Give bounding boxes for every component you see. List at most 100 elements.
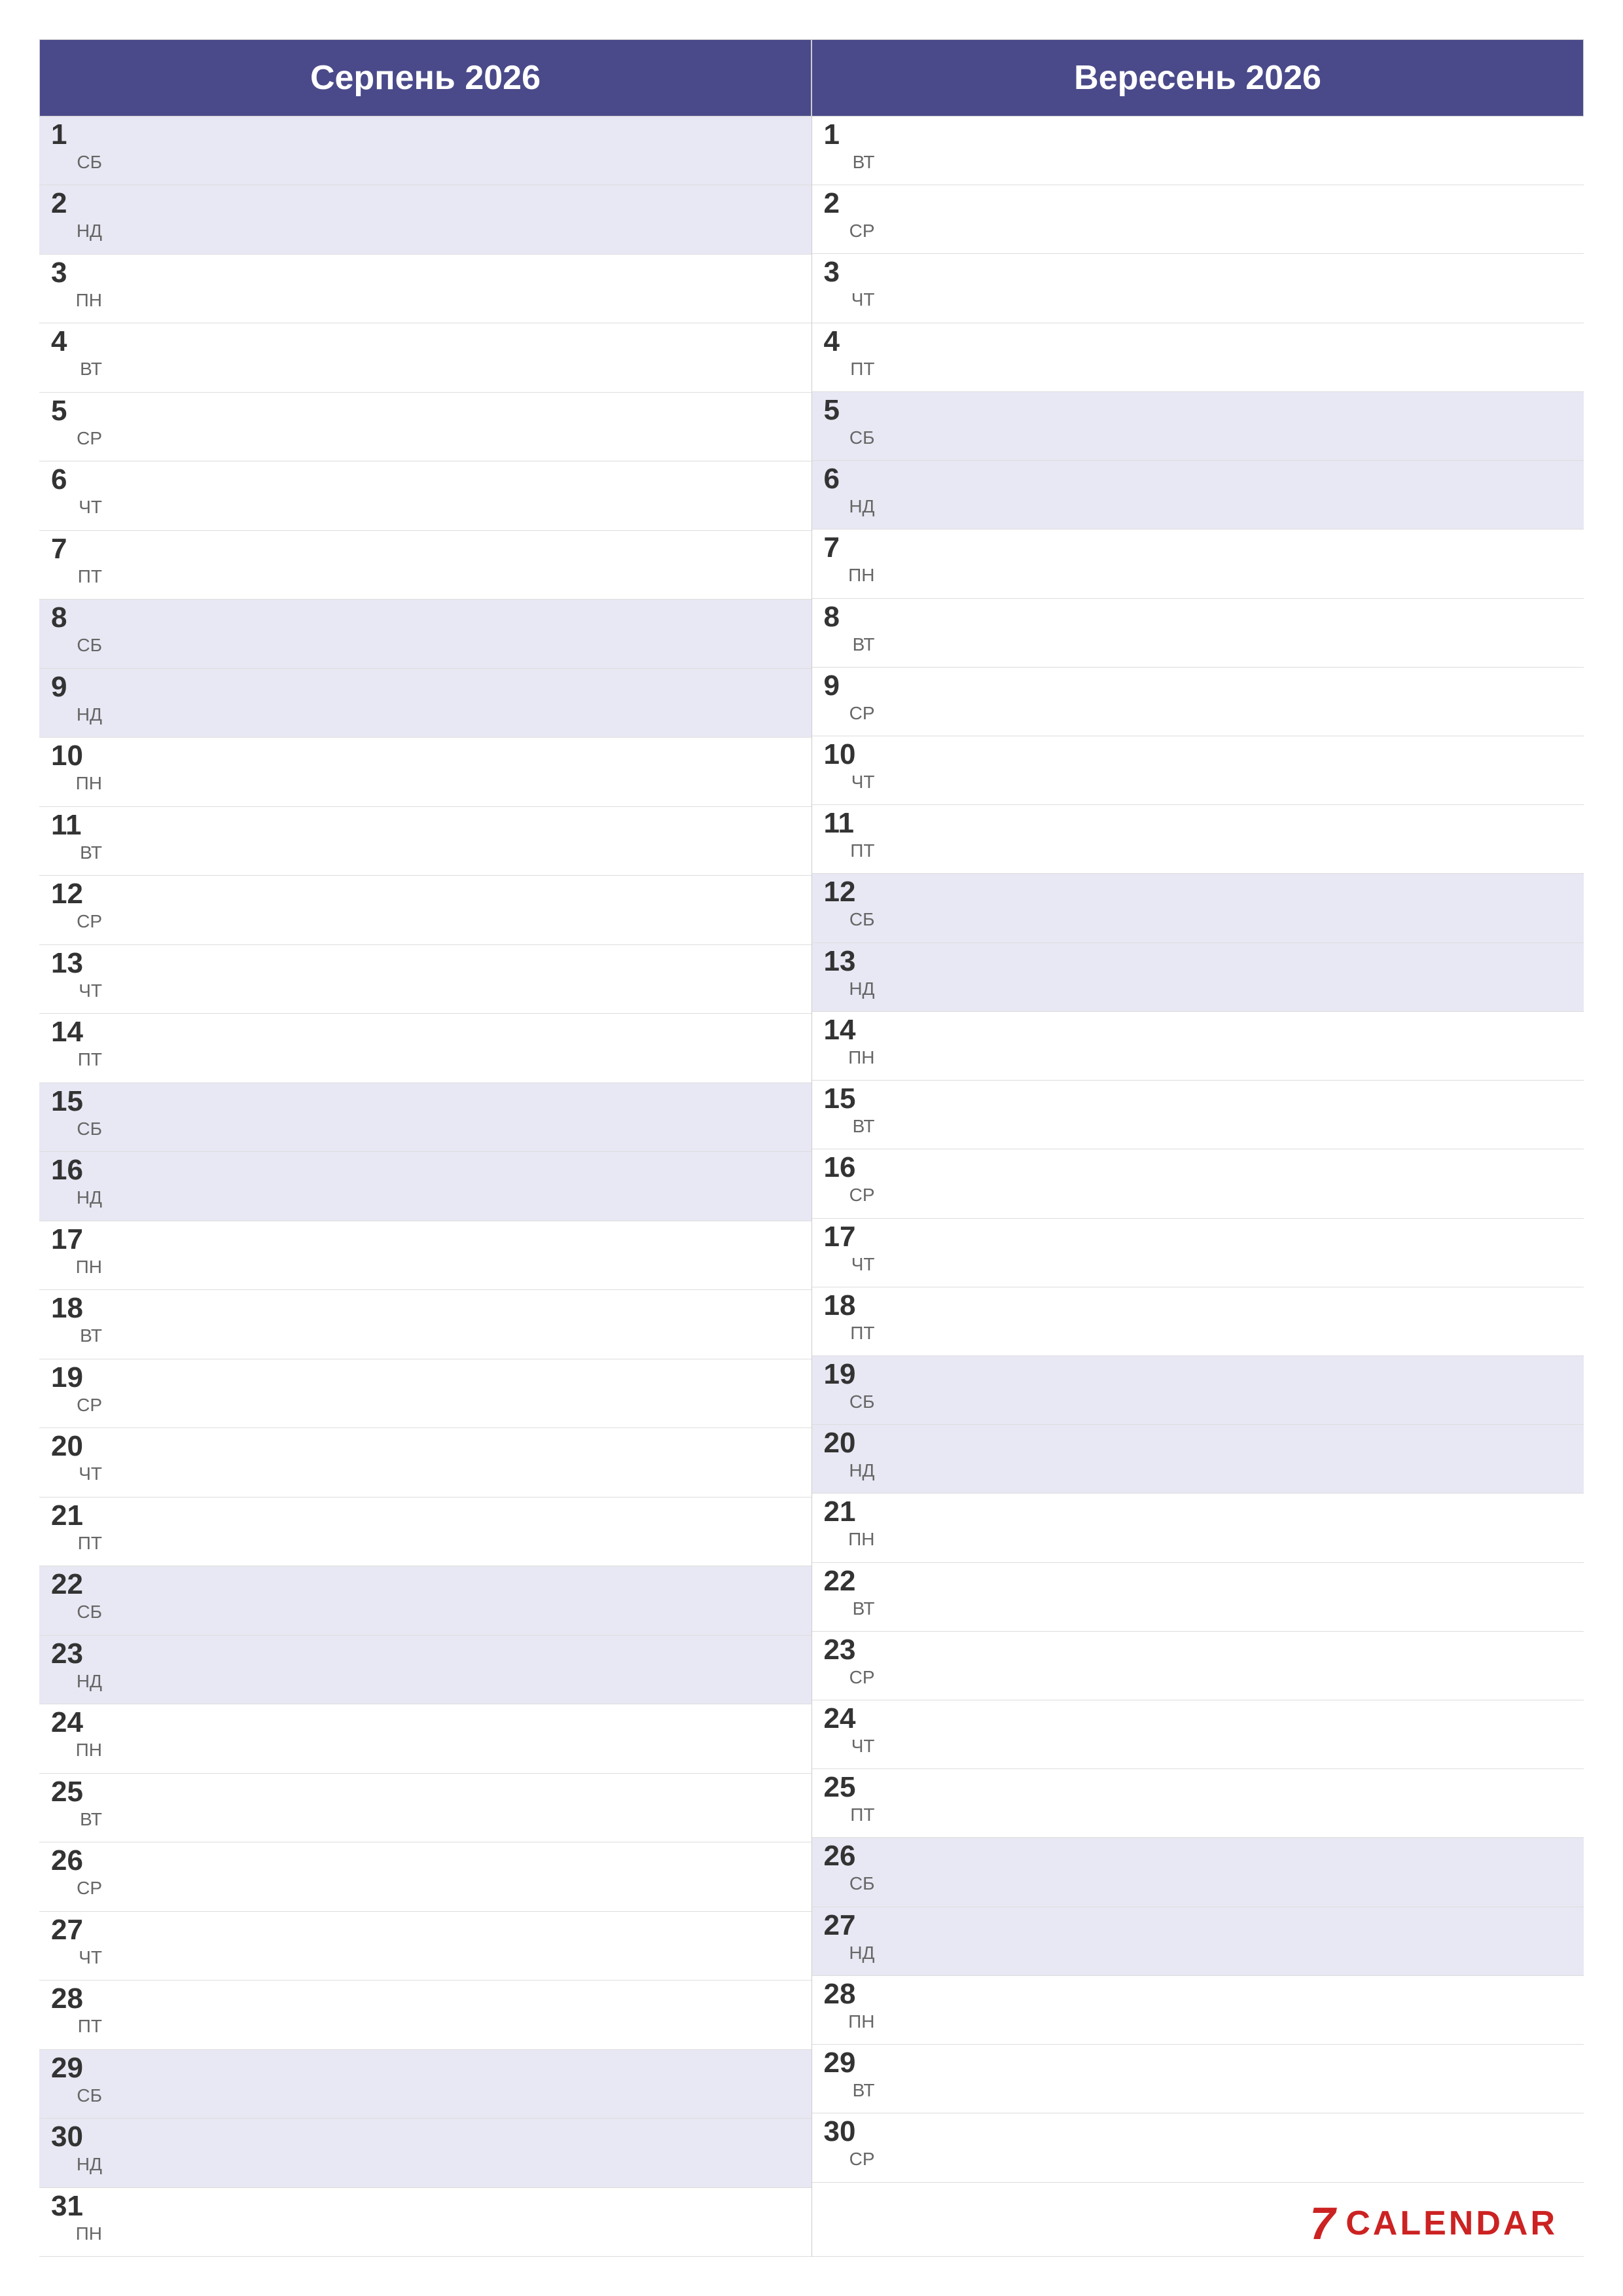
day-label: ПН [848,1049,874,1069]
day-content: 16 НД [51,1156,102,1210]
day-label: ВТ [80,1327,102,1348]
month2-header: Вересень 2026 [812,39,1584,117]
day-label: СР [77,912,102,933]
day-label: ВТ [853,1600,875,1621]
day-row: 15 ВТ [812,1081,1584,1149]
day-number: 2 [51,189,97,218]
day-content: 28 ПН [824,1980,875,2034]
day-content: 18 ВТ [51,1294,102,1348]
day-row: 24 ПН [39,1704,812,1773]
day-row: 26 СБ [812,1838,1584,1907]
day-label: ПН [848,566,874,587]
day-row: 1 СБ [39,117,812,185]
day-content: 29 ВТ [824,2049,875,2102]
day-label: ПН [76,1741,102,1762]
brand-row: 7 CALENDAR [812,2183,1584,2257]
day-content: 5 СР [51,397,102,450]
day-number: 1 [824,120,870,149]
day-content: 24 ЧТ [824,1704,875,1758]
day-row: 29 ВТ [812,2045,1584,2113]
day-number: 8 [824,603,870,632]
day-row: 9 СР [812,668,1584,736]
day-row: 10 ЧТ [812,736,1584,805]
day-row: 10 ПН [39,738,812,806]
day-row: 2 СР [812,185,1584,254]
day-content: 25 ВТ [51,1778,102,1831]
day-number: 16 [51,1156,97,1185]
day-number: 11 [51,811,97,840]
day-number: 31 [51,2192,97,2221]
day-label: ПТ [850,1806,874,1827]
day-number: 2 [824,189,870,218]
day-number: 10 [824,740,870,769]
day-number: 17 [824,1223,870,1251]
day-label: ПН [848,2013,874,2034]
day-row: 9 НД [39,669,812,738]
day-row: 13 НД [812,943,1584,1012]
day-content: 26 СР [51,1846,102,1900]
day-content: 11 ВТ [51,811,102,865]
day-content: 10 ЧТ [824,740,875,794]
day-label: ВТ [853,1117,875,1138]
day-content: 8 ВТ [824,603,875,656]
day-number: 16 [824,1153,870,1182]
day-row: 13 ЧТ [39,945,812,1014]
day-content: 6 ЧТ [51,465,102,519]
day-row: 18 ПТ [812,1287,1584,1356]
day-content: 7 ПН [824,533,875,587]
day-content: 14 ПТ [51,1018,102,1071]
day-label: НД [77,222,102,243]
day-label: ЧТ [851,291,875,312]
day-content: 12 СР [51,880,102,933]
day-label: НД [77,2155,102,2176]
day-number: 30 [824,2117,870,2146]
day-row: 5 СБ [812,392,1584,461]
day-content: 10 ПН [51,742,102,795]
day-number: 28 [824,1980,870,2009]
day-row: 7 ПН [812,529,1584,598]
day-row: 4 ВТ [39,323,812,392]
day-number: 5 [824,396,870,425]
day-number: 18 [51,1294,97,1323]
day-number: 1 [51,120,97,149]
day-label: СБ [849,1393,875,1414]
day-row: 18 ВТ [39,1290,812,1359]
day-label: ЧТ [851,1737,875,1758]
day-number: 19 [824,1360,870,1389]
brand-logo: 7 CALENDAR [1310,2197,1558,2250]
day-label: ЧТ [79,498,102,519]
day-content: 17 ЧТ [824,1223,875,1276]
day-label: СБ [77,636,102,657]
day-content: 27 НД [824,1911,875,1965]
day-row: 27 ЧТ [39,1912,812,1981]
calendar-page: Серпень 2026 Вересень 2026 1 СБ 2 НД 3 П… [0,0,1623,2296]
day-number: 4 [824,327,870,356]
day-label: ВТ [853,2081,875,2102]
day-number: 13 [51,949,97,978]
day-content: 9 НД [51,673,102,726]
day-number: 17 [51,1225,97,1254]
day-number: 22 [51,1570,97,1599]
day-label: НД [849,980,874,1001]
day-number: 11 [824,809,870,838]
day-row: 31 ПН [39,2188,812,2257]
day-number: 12 [51,880,97,908]
day-row: 8 ВТ [812,599,1584,668]
day-row: 6 ЧТ [39,461,812,530]
day-label: ВТ [853,636,875,656]
day-content: 23 СР [824,1636,875,1689]
day-number: 21 [824,1498,870,1526]
day-number: 23 [824,1636,870,1664]
month1-header: Серпень 2026 [39,39,812,117]
day-content: 24 ПН [51,1708,102,1762]
day-row: 3 ПН [39,255,812,323]
day-content: 31 ПН [51,2192,102,2246]
day-label: ЧТ [79,1948,102,1969]
day-row: 8 СБ [39,600,812,668]
day-number: 6 [51,465,97,494]
day-number: 27 [51,1916,97,1945]
day-row: 20 НД [812,1425,1584,1494]
day-number: 30 [51,2123,97,2151]
day-content: 17 ПН [51,1225,102,1279]
day-number: 12 [824,878,870,906]
